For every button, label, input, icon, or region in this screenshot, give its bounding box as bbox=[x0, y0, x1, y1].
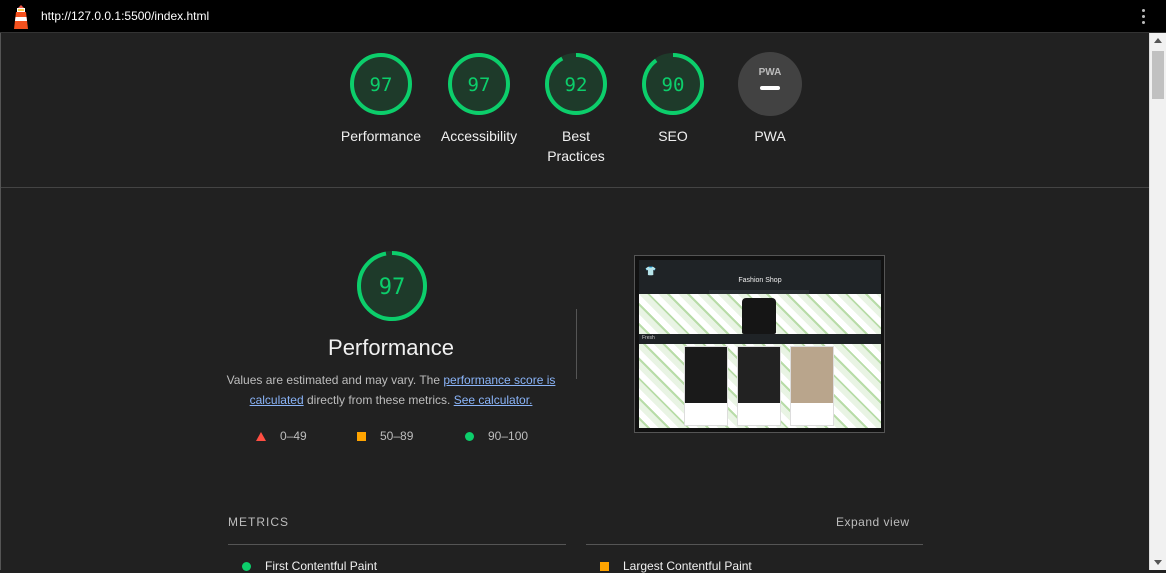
gauge-accessibility-label: Accessibility bbox=[440, 128, 518, 144]
legend-average: 50–89 bbox=[357, 429, 413, 443]
gauge-accessibility-ring: 97 bbox=[448, 53, 510, 115]
performance-title: Performance bbox=[328, 335, 454, 360]
fail-triangle-icon bbox=[256, 432, 266, 442]
average-square-icon bbox=[357, 432, 366, 442]
gauge-seo-label: SEO bbox=[658, 128, 688, 144]
final-screenshot[interactable]: 👕 Fashion Shop Fresh bbox=[634, 255, 885, 433]
metric-largest-contentful-paint: Largest Contentful Paint bbox=[600, 559, 752, 573]
performance-description: Values are estimated and may vary. The p… bbox=[226, 373, 556, 407]
expand-view-button[interactable]: Expand view bbox=[836, 515, 910, 529]
scroll-up-arrow-icon[interactable] bbox=[1154, 38, 1162, 43]
see-calculator-link[interactable]: See calculator. bbox=[454, 393, 533, 407]
vertical-scrollbar[interactable] bbox=[1149, 33, 1166, 570]
screenshot-page: 👕 Fashion Shop Fresh bbox=[639, 260, 881, 428]
screenshot-product-card bbox=[790, 346, 834, 426]
screenshot-hero-shirt bbox=[742, 298, 776, 334]
legend-pass: 90–100 bbox=[465, 429, 528, 443]
gauge-performance-label: Performance bbox=[340, 128, 422, 144]
gauge-seo-ring: 90 bbox=[642, 53, 704, 115]
gauge-pwa[interactable]: PWA PWA bbox=[725, 52, 815, 146]
gauge-best-practices-value: 92 bbox=[565, 74, 588, 96]
gauge-pwa-label: PWA bbox=[754, 128, 786, 144]
screenshot-section-label: Fresh bbox=[642, 335, 655, 341]
performance-gauge: 97 bbox=[357, 251, 427, 321]
scroll-down-arrow-icon[interactable] bbox=[1154, 560, 1162, 565]
gauge-seo[interactable]: 90 SEO bbox=[628, 52, 718, 146]
gauge-performance[interactable]: 97 Performance bbox=[336, 52, 426, 146]
metrics-divider-right bbox=[586, 544, 923, 545]
metrics-divider-left bbox=[228, 544, 566, 545]
report-frame: 97 Performance 97 Accessibility 92 Best P… bbox=[0, 33, 1150, 573]
performance-score: 97 bbox=[379, 275, 406, 300]
gauge-best-practices[interactable]: 92 Best Practices bbox=[531, 52, 621, 166]
gauge-accessibility[interactable]: 97 Accessibility bbox=[434, 52, 524, 146]
metrics-heading: METRICS bbox=[228, 515, 289, 529]
scrollbar-thumb[interactable] bbox=[1152, 51, 1164, 99]
tshirt-logo-icon: 👕 bbox=[645, 266, 657, 276]
gauge-performance-value: 97 bbox=[370, 74, 393, 96]
url-text[interactable]: http://127.0.0.1:5500/index.html bbox=[41, 9, 209, 23]
screenshot-product-card bbox=[684, 346, 728, 426]
screenshot-section-bar bbox=[639, 334, 881, 344]
gauge-best-practices-label: Best Practices bbox=[547, 128, 605, 164]
svg-text:PWA: PWA bbox=[759, 67, 782, 78]
lighthouse-logo-icon bbox=[14, 5, 28, 29]
summary-divider bbox=[1, 187, 1150, 188]
metric-first-contentful-paint: First Contentful Paint bbox=[242, 559, 377, 573]
gauge-seo-value: 90 bbox=[662, 74, 685, 96]
gauge-accessibility-value: 97 bbox=[468, 74, 491, 96]
screenshot-site-title: Fashion Shop bbox=[738, 277, 782, 284]
address-bar: http://127.0.0.1:5500/index.html bbox=[0, 0, 1166, 33]
pass-circle-icon bbox=[465, 432, 474, 442]
legend-fail: 0–49 bbox=[256, 429, 307, 443]
gauge-performance-ring: 97 bbox=[350, 53, 412, 115]
gauge-best-practices-ring: 92 bbox=[545, 53, 607, 115]
screenshot-product-card bbox=[737, 346, 781, 426]
section-separator bbox=[576, 309, 577, 379]
more-options-icon[interactable] bbox=[1142, 9, 1146, 25]
pwa-badge-icon: PWA bbox=[738, 52, 802, 116]
